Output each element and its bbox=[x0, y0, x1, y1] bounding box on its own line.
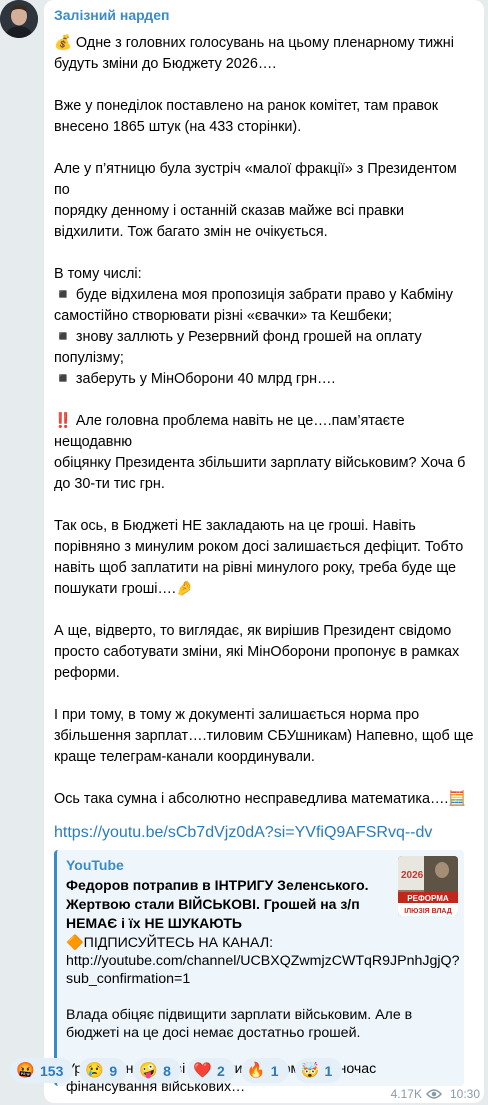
preview-desc-line: Влада обіцяє підвищити зарплати військов… bbox=[66, 1007, 413, 1023]
reaction-count: 1 bbox=[270, 1062, 279, 1079]
message-line: І при тому, в тому ж документі залишаєть… bbox=[54, 707, 420, 723]
fire-icon: 🔥 bbox=[246, 1061, 266, 1079]
thumb-line1: РЕФОРМА bbox=[407, 894, 449, 903]
message-line: до 30-ти тис грн. bbox=[54, 476, 165, 492]
message-line: збільшення зарплат….тиловим СБУшникам) Н… bbox=[54, 728, 474, 744]
message-line: Але у п’ятницю була зустріч «малої фракц… bbox=[54, 161, 457, 198]
message-line: будуть зміни до Бюджету 2026…. bbox=[54, 56, 277, 72]
reaction-button[interactable]: 🤬 153 bbox=[10, 1058, 74, 1083]
crying-face-icon: 😢 bbox=[85, 1061, 105, 1079]
thumb-line2: ІЛЮЗІЯ ВЛАД bbox=[404, 908, 451, 915]
message-line: Ось така сумна і абсолютно несправедлива… bbox=[54, 791, 467, 807]
message-paragraph: І при тому, в тому ж документі залишаєть… bbox=[54, 705, 474, 768]
message-paragraph: Але у п’ятницю була зустріч «малої фракц… bbox=[54, 159, 474, 243]
message-line: обіцянку Президента збільшити зарплату в… bbox=[54, 455, 466, 471]
message-time: 10:30 bbox=[449, 1087, 480, 1101]
message-line: популізму; bbox=[54, 350, 124, 366]
message-line: порядку денному і останній сказав майже … bbox=[54, 203, 405, 219]
angry-face-icon: 🤬 bbox=[16, 1061, 35, 1079]
message-line: ‼️ Але головна проблема навіть не це….па… bbox=[54, 413, 405, 450]
avatar[interactable] bbox=[0, 0, 38, 38]
message-paragraph: ‼️ Але головна проблема навіть не це….па… bbox=[54, 411, 474, 495]
preview-spacer bbox=[66, 988, 456, 1006]
reaction-button[interactable]: 😢 9 bbox=[79, 1058, 128, 1083]
message-line: відхилити. Тож багато змін не очікується… bbox=[54, 224, 328, 240]
reaction-button[interactable]: 🤯 1 bbox=[294, 1058, 343, 1083]
preview-desc-line: бюджеті на це досі немає достатньо гроше… bbox=[66, 1025, 361, 1041]
reaction-button[interactable]: 🔥 1 bbox=[240, 1058, 289, 1083]
views-count: 4.17K bbox=[390, 1087, 422, 1101]
message-paragraph: Так ось, в Бюджеті НЕ закладають на це г… bbox=[54, 516, 474, 600]
message-line: 💰 Одне з головних голосувань на цьому пл… bbox=[54, 35, 454, 51]
message-paragraph: Ось така сумна і абсолютно несправедлива… bbox=[54, 789, 474, 810]
reaction-count: 8 bbox=[163, 1062, 171, 1079]
preview-desc-line: http://youtube.com/channel/UCBXQZwmjzCWT… bbox=[66, 953, 460, 969]
channel-name[interactable]: Залізний нардеп bbox=[54, 6, 474, 24]
message-paragraph: 💰 Одне з головних голосувань на цьому пл… bbox=[54, 33, 474, 75]
reaction-button[interactable]: 🤪 8 bbox=[133, 1058, 181, 1083]
reactions-bar: 🤬 153 😢 9 🤪 8 ❤️ 2 🔥 1 🤯 1 bbox=[10, 1058, 343, 1083]
message-paragraph: А ще, відверто, то виглядає, як вирішив … bbox=[54, 621, 474, 684]
reaction-count: 153 bbox=[40, 1062, 64, 1079]
message-line: реформи. bbox=[54, 665, 120, 681]
message-line: Так ось, в Бюджеті НЕ закладають на це г… bbox=[54, 518, 416, 534]
message-line: самостійно створювати різні «євачки» та … bbox=[54, 308, 393, 324]
message-paragraph: Вже у понеділок поставлено на ранок комі… bbox=[54, 96, 474, 138]
preview-title: Федоров потрапив в ІНТРИГУ Зеленського. … bbox=[66, 877, 369, 931]
heart-icon: ❤️ bbox=[192, 1061, 212, 1079]
message-text: 💰 Одне з головних голосувань на цьому пл… bbox=[54, 33, 474, 810]
preview-desc-line: sub_confirmation=1 bbox=[66, 971, 191, 987]
message-bubble: Залізний нардеп 💰 Одне з головних голосу… bbox=[44, 0, 484, 1103]
message-line: ◾️ знову заллють у Резервний фонд грошей… bbox=[54, 329, 422, 345]
youtube-link[interactable]: https://youtu.be/sCb7dVjz0dA?si=YVfiQ9AF… bbox=[54, 824, 474, 842]
message-line: краще телеграм-канали координували. bbox=[54, 749, 315, 765]
exploding-head-icon: 🤯 bbox=[300, 1061, 320, 1079]
reaction-count: 2 bbox=[216, 1062, 225, 1079]
message-line: Вже у понеділок поставлено на ранок комі… bbox=[54, 98, 438, 114]
message-line: порівняно з минулим роком досі залишаєть… bbox=[54, 539, 464, 555]
message-line: А ще, відверто, то виглядає, як вирішив … bbox=[54, 623, 452, 639]
message-line: просто саботувати зміни, які МінОборони … bbox=[54, 644, 460, 660]
message-line: В тому числі: bbox=[54, 266, 142, 282]
message-line: ◾️ буде відхилена моя пропозиція забрати… bbox=[54, 287, 453, 303]
zany-face-icon: 🤪 bbox=[139, 1061, 158, 1079]
message-line: ◾️ заберуть у МінОборони 40 млрд грн…. bbox=[54, 371, 336, 387]
message-line: внесено 1865 штук (на 433 сторінки). bbox=[54, 119, 302, 135]
preview-thumbnail[interactable]: 2026 РЕФОРМА ІЛЮЗІЯ ВЛАД bbox=[398, 856, 458, 916]
eye-icon bbox=[425, 1089, 442, 1099]
avatar-photo bbox=[0, 0, 38, 38]
reaction-button[interactable]: ❤️ 2 bbox=[186, 1058, 235, 1083]
thumbnail-image: 2026 РЕФОРМА ІЛЮЗІЯ ВЛАД bbox=[398, 856, 458, 916]
reaction-count: 1 bbox=[324, 1062, 333, 1079]
message-line: пошукати гроші….🤌 bbox=[54, 581, 194, 597]
message-line: навіть щоб заплатити на рівні минулого р… bbox=[54, 560, 457, 576]
link-preview[interactable]: YouTube Федоров потрапив в ІНТРИГУ Зелен… bbox=[54, 850, 464, 1095]
thumb-year: 2026 bbox=[401, 870, 424, 881]
preview-desc-line: 🔶ПІДПИСУЙТЕСЬ НА КАНАЛ: bbox=[66, 935, 274, 951]
reaction-count: 9 bbox=[109, 1062, 118, 1079]
message-meta: 4.17K 10:30 bbox=[391, 1087, 480, 1101]
message-paragraph: В тому числі: ◾️ буде відхилена моя пропо… bbox=[54, 264, 474, 390]
